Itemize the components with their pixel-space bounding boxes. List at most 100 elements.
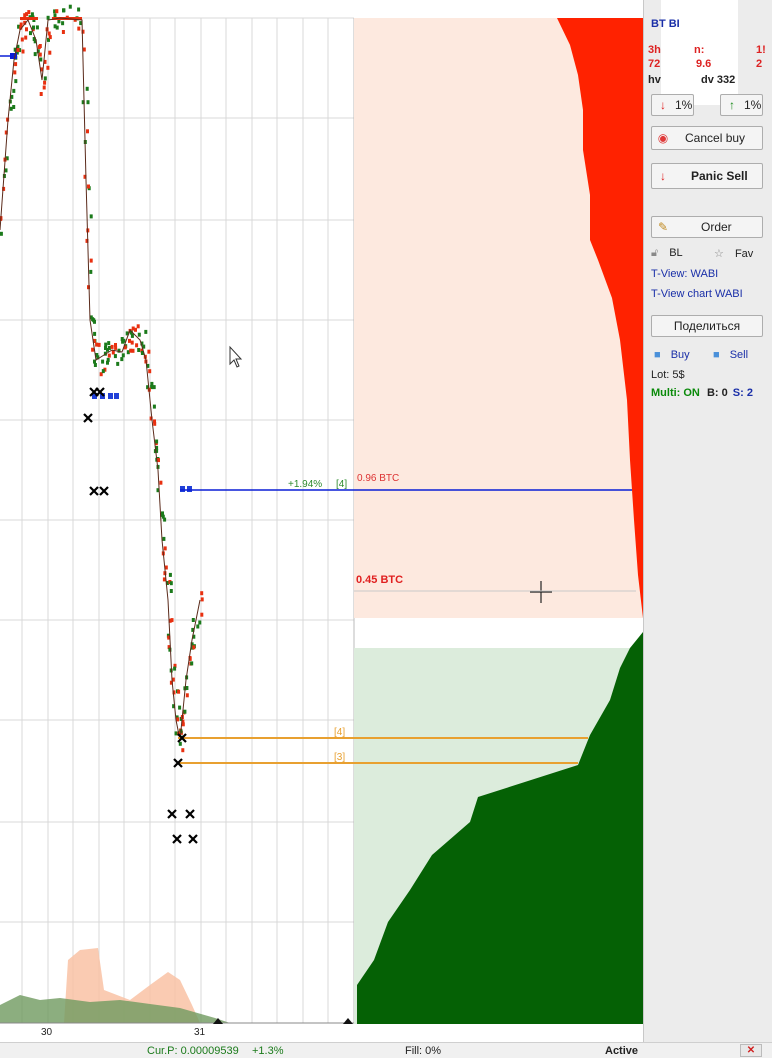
price-dot: [101, 369, 105, 374]
lot-size: Lot: 5$: [651, 369, 685, 381]
close-icon[interactable]: ✕: [740, 1044, 762, 1057]
pair-title: BT BI: [651, 18, 680, 30]
price-dot: [130, 340, 134, 345]
price-dot: [113, 354, 117, 359]
price-dot: [13, 70, 17, 75]
sell-toggle[interactable]: ■ Sell: [713, 349, 748, 361]
price-dot: [144, 329, 148, 334]
cancel-buy-button[interactable]: ◉ Cancel buy: [651, 126, 763, 150]
price-dot: [4, 168, 8, 173]
multi-b-count: B: 0: [706, 387, 728, 399]
price-dot: [163, 517, 167, 522]
fav-label: Fav: [734, 248, 754, 260]
trade-markers: [83, 387, 198, 844]
price-dots: [0, 4, 204, 753]
price-dot: [42, 85, 46, 90]
price-dot: [130, 333, 134, 338]
order-button[interactable]: ✎ Order: [651, 216, 763, 238]
tview-link[interactable]: T-View: WABI: [651, 268, 718, 280]
chart-canvas[interactable]: +1.94% [4] 0.96 BTC 0.45 BTC [4] [3] 30 …: [0, 0, 643, 1042]
price-dot: [93, 363, 97, 367]
price-dot: [134, 327, 137, 332]
tview-chart-link[interactable]: T-View chart WABI: [651, 288, 743, 300]
price-dot: [152, 385, 156, 390]
price-dot: [185, 693, 189, 698]
price-dot: [196, 624, 200, 629]
price-dot: [200, 597, 204, 602]
price-dot: [89, 214, 93, 219]
status-bar: Cur.P: 0.00009539 +1.3% Fill: 0% Active …: [0, 1042, 772, 1058]
price-dot: [93, 331, 97, 336]
buy-icon: ■: [654, 349, 661, 361]
bl-toggle[interactable]: 🔓︎ BL: [651, 247, 683, 260]
price-chart[interactable]: +1.94% [4] 0.96 BTC 0.45 BTC [4] [3] 30 …: [0, 0, 643, 1042]
price-dot: [168, 572, 172, 577]
x-tick-30: 30: [41, 1027, 53, 1038]
price-dot: [55, 25, 59, 30]
price-dot: [39, 57, 43, 62]
arrow-down-icon: ↓: [660, 98, 666, 112]
price-dot: [159, 480, 163, 485]
cancel-buy-label: Cancel buy: [685, 131, 746, 145]
multi-status: Multi: ON B: 0 S: 2: [651, 387, 753, 399]
price-dot: [12, 88, 16, 93]
price-dot: [111, 350, 115, 355]
price-dot: [68, 4, 72, 9]
order-tag-label: [4]: [336, 479, 347, 490]
price-dot: [12, 105, 16, 109]
price-dot: [155, 439, 159, 444]
price-dot: [43, 80, 47, 85]
price-dot: [178, 741, 182, 746]
price-dot: [107, 341, 111, 346]
price-down-button[interactable]: ↓ 1%: [651, 94, 694, 116]
price-dot: [20, 17, 38, 20]
level-tag-4: [4]: [334, 727, 345, 738]
price-dot: [181, 748, 185, 753]
price-dot: [93, 319, 96, 324]
x-tick-31: 31: [194, 1027, 206, 1038]
fav-toggle[interactable]: ☆ Fav: [714, 247, 753, 260]
price-dot: [21, 49, 25, 54]
price-dot: [0, 231, 3, 236]
stat-2c: 2: [756, 58, 763, 70]
price-dot: [37, 45, 41, 50]
price-dot: [200, 591, 204, 596]
share-button[interactable]: Поделиться: [651, 315, 763, 337]
price-dot: [173, 666, 177, 671]
stat-1a: 3h: [648, 44, 661, 56]
price-dot: [177, 689, 181, 694]
price-dot: [55, 9, 59, 14]
price-dot: [61, 21, 65, 26]
lock-icon: 🔓︎: [651, 247, 659, 259]
price-dot: [192, 645, 196, 650]
buy-toggle[interactable]: ■ Buy: [654, 349, 690, 361]
price-dot: [148, 369, 152, 374]
price-dot: [43, 76, 47, 81]
price-dot: [106, 360, 109, 365]
sell-label: Sell: [729, 349, 749, 361]
bl-label: BL: [669, 247, 683, 259]
sell-icon: ■: [713, 349, 720, 361]
price-dot: [33, 52, 37, 57]
current-price: Cur.P: 0.00009539: [147, 1045, 239, 1057]
price-dot: [87, 184, 90, 189]
buy-order-marker: [114, 393, 119, 399]
panic-sell-button[interactable]: ↓ Panic Sell: [651, 163, 763, 189]
price-dot: [48, 35, 52, 40]
star-icon: ☆: [714, 248, 724, 260]
bid-volume-label: 0.45 BTC: [356, 574, 403, 586]
axis-marker-2: [343, 1018, 353, 1024]
price-dot: [91, 347, 95, 352]
price-dot: [16, 48, 20, 52]
price-dot: [107, 353, 111, 358]
price-dot: [147, 349, 151, 354]
multi-s-count: S: 2: [732, 387, 753, 399]
price-dot: [116, 361, 120, 366]
price-dot: [27, 10, 31, 15]
price-dot: [169, 589, 173, 593]
price-dot: [24, 35, 28, 40]
price-dot: [200, 612, 204, 617]
price-dot: [46, 15, 50, 20]
price-up-button[interactable]: ↑ 1%: [720, 94, 763, 116]
price-dot: [163, 546, 167, 551]
